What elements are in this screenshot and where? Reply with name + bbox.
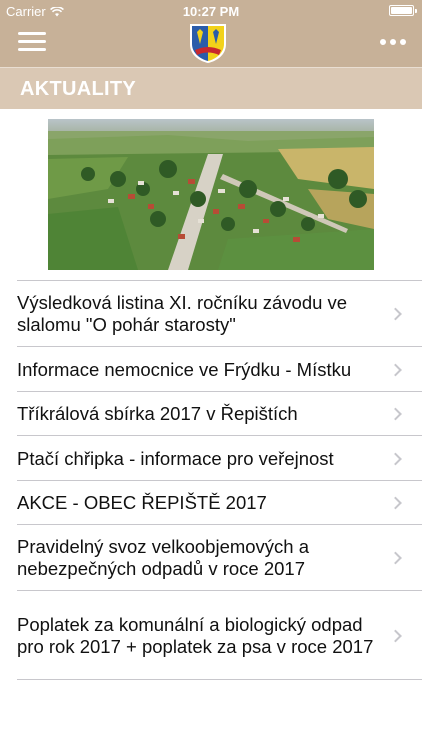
- chevron-right-icon: [389, 496, 402, 510]
- section-header: AKTUALITY: [0, 67, 422, 109]
- chevron-right-icon: [389, 407, 402, 421]
- news-item-title: Tříkrálová sbírka 2017 v Řepištích: [17, 403, 298, 424]
- news-item[interactable]: Pravidelný svoz velkoobjemových a nebezp…: [0, 525, 422, 591]
- news-item[interactable]: Ptačí chřipka - informace pro veřejnost: [0, 436, 422, 481]
- aerial-village-photo: [48, 119, 374, 270]
- news-item[interactable]: Poplatek za komunální a biologický odpad…: [0, 591, 422, 680]
- battery-icon: [389, 5, 417, 16]
- chevron-right-icon: [389, 551, 402, 565]
- news-item-title: Pravidelný svoz velkoobjemových a nebezp…: [17, 536, 310, 579]
- section-title: AKTUALITY: [20, 78, 137, 100]
- chevron-right-icon: [389, 629, 402, 642]
- news-item-title: Ptačí chřipka - informace pro veřejnost: [17, 447, 334, 469]
- news-item[interactable]: Výsledková listina XI. ročníku závodu ve…: [0, 281, 422, 347]
- status-bar: Carrier 10:27 PM: [0, 0, 422, 22]
- news-item-title: Poplatek za komunální a biologický odpad…: [17, 613, 374, 657]
- chevron-right-icon: [389, 363, 402, 376]
- navigation-bar: [0, 22, 422, 67]
- news-list: Výsledková listina XI. ročníku závodu ve…: [0, 281, 422, 680]
- status-time: 10:27 PM: [182, 4, 240, 19]
- chevron-right-icon: [389, 452, 402, 465]
- news-item[interactable]: Tříkrálová sbírka 2017 v Řepištích: [0, 392, 422, 436]
- chevron-right-icon: [389, 307, 402, 321]
- news-item-title: Informace nemocnice ve Frýdku - Místku: [17, 358, 352, 380]
- news-item-title: AKCE - OBEC ŘEPIŠTĚ 2017: [17, 492, 267, 513]
- news-item-title: Výsledková listina XI. ročníku závodu ve…: [17, 292, 348, 335]
- hamburger-menu-icon[interactable]: [18, 32, 46, 56]
- news-item[interactable]: Informace nemocnice ve Frýdku - Místku: [0, 347, 422, 392]
- coat-of-arms-logo[interactable]: [186, 22, 230, 64]
- more-dots-icon[interactable]: [380, 39, 406, 47]
- news-item[interactable]: AKCE - OBEC ŘEPIŠTĚ 2017: [0, 481, 422, 525]
